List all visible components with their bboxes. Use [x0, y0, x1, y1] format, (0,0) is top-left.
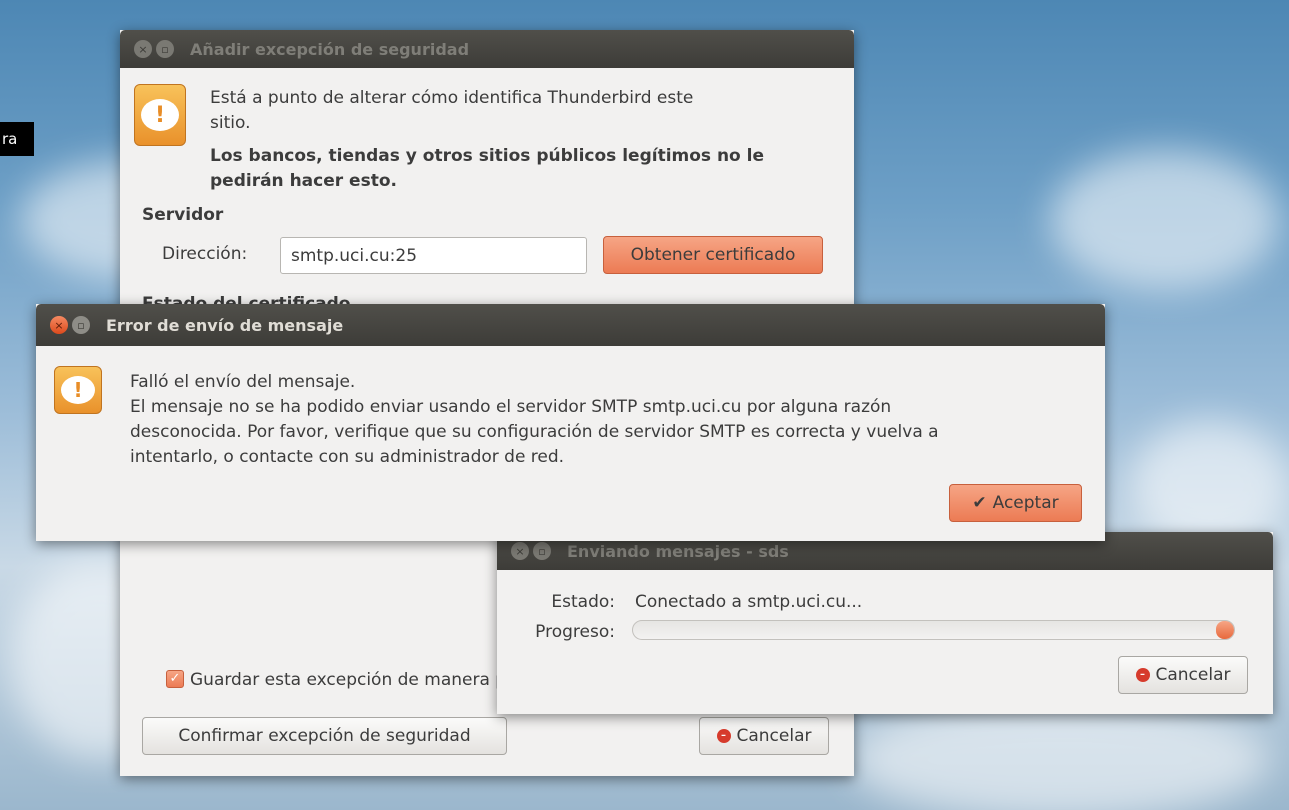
- exception-cancel-label: Cancelar: [736, 726, 812, 746]
- server-heading: Servidor: [142, 205, 224, 225]
- progress-bar: [632, 620, 1235, 640]
- exception-cancel-button[interactable]: – Cancelar: [699, 717, 829, 755]
- close-icon[interactable]: ×: [134, 40, 152, 58]
- address-input[interactable]: [280, 237, 587, 274]
- cloud: [1130, 420, 1289, 550]
- warning-line1: Está a punto de alterar cómo identifica …: [210, 88, 694, 108]
- error-line1: Falló el envío del mensaje.: [130, 372, 356, 392]
- status-value: Conectado a smtp.uci.cu...: [635, 592, 863, 612]
- error-line4: intentarlo, o contacte con su administra…: [130, 447, 565, 467]
- accept-label: Aceptar: [992, 493, 1059, 513]
- confirm-exception-label: Confirmar excepción de seguridad: [178, 726, 471, 746]
- stop-icon: –: [716, 729, 731, 743]
- close-icon[interactable]: ×: [50, 316, 68, 334]
- error-line3: desconocida. Por favor, verifique que su…: [130, 422, 939, 442]
- sending-cancel-button[interactable]: – Cancelar: [1118, 656, 1248, 694]
- accept-button[interactable]: ✔ Aceptar: [949, 484, 1082, 522]
- cloud: [850, 700, 1270, 810]
- minimize-icon[interactable]: ▫: [72, 316, 90, 334]
- send-error-dialog: × ▫ Error de envío de mensaje ! Falló el…: [36, 304, 1105, 541]
- get-certificate-label: Obtener certificado: [630, 245, 796, 265]
- check-icon: ✔: [972, 493, 987, 513]
- desktop-side-label: ra: [0, 122, 34, 156]
- status-label: Estado:: [551, 592, 615, 612]
- save-exception-checkbox[interactable]: ✓: [166, 670, 184, 688]
- sending-cancel-label: Cancelar: [1155, 665, 1231, 685]
- error-line2: El mensaje no se ha podido enviar usando…: [130, 397, 892, 417]
- cloud: [1050, 150, 1280, 290]
- minimize-icon[interactable]: ▫: [156, 40, 174, 58]
- confirm-exception-button[interactable]: Confirmar excepción de seguridad: [142, 717, 507, 755]
- warning-line2: sitio.: [210, 113, 251, 133]
- progress-label: Progreso:: [535, 622, 615, 642]
- exception-titlebar: × ▫ Añadir excepción de seguridad: [120, 30, 854, 68]
- error-title: Error de envío de mensaje: [106, 315, 344, 335]
- sending-messages-dialog: × ▫ Enviando mensajes - sds Estado: Cone…: [497, 532, 1273, 714]
- stop-icon: –: [1135, 668, 1150, 682]
- warning-bold-line2: pedirán hacer esto.: [210, 171, 397, 191]
- close-icon[interactable]: ×: [511, 542, 529, 560]
- sending-title: Enviando mensajes - sds: [567, 541, 789, 561]
- warning-bold-line1: Los bancos, tiendas y otros sitios públi…: [210, 146, 765, 166]
- warning-icon: !: [134, 84, 186, 146]
- exception-title: Añadir excepción de seguridad: [190, 39, 470, 59]
- progress-fill: [1215, 621, 1234, 639]
- get-certificate-button[interactable]: Obtener certificado: [603, 236, 823, 274]
- minimize-icon[interactable]: ▫: [533, 542, 551, 560]
- warning-icon: !: [54, 366, 102, 414]
- error-titlebar: × ▫ Error de envío de mensaje: [36, 304, 1105, 346]
- address-label: Dirección:: [162, 244, 248, 264]
